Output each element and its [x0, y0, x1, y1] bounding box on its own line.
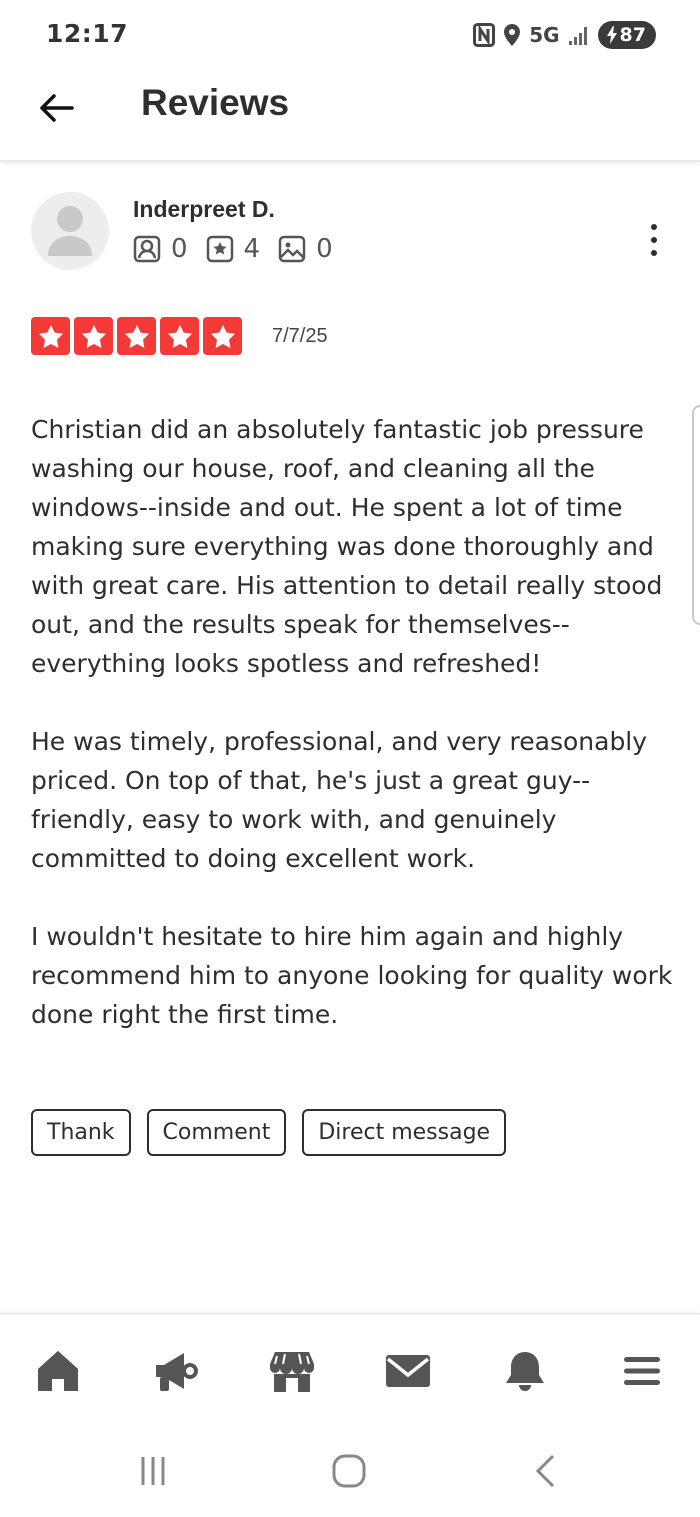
nav-home[interactable] — [33, 1347, 83, 1395]
direct-message-button[interactable]: Direct message — [302, 1109, 507, 1156]
review-paragraph: I wouldn't hesitate to hire him again an… — [31, 922, 673, 1029]
reviews-stat: 4 — [206, 234, 261, 264]
back-button[interactable] — [34, 88, 78, 128]
megaphone-icon — [156, 1353, 198, 1391]
network-label: 5G — [529, 23, 560, 47]
nav-business[interactable] — [267, 1347, 317, 1395]
star-icon — [167, 324, 192, 348]
home-icon — [38, 1351, 78, 1393]
review-paragraph: He was timely, professional, and very re… — [31, 727, 648, 873]
avatar[interactable] — [31, 192, 109, 270]
photo-icon — [278, 235, 306, 263]
star-rating — [31, 317, 242, 355]
bell-icon — [506, 1352, 544, 1391]
page-title: Reviews — [141, 82, 290, 123]
review-actions: Thank Comment Direct message — [31, 1109, 507, 1156]
star-icon — [210, 324, 235, 348]
home-circle-icon — [332, 1454, 366, 1488]
nfc-icon — [473, 23, 496, 47]
location-icon — [503, 23, 521, 47]
status-time: 12:17 — [46, 19, 129, 48]
recent-apps-button[interactable] — [128, 1451, 178, 1491]
nav-notifications[interactable] — [500, 1347, 550, 1395]
charging-bolt-icon — [606, 26, 617, 44]
more-dot — [651, 237, 657, 243]
friends-icon — [133, 235, 161, 263]
back-system-button[interactable] — [520, 1451, 570, 1491]
photos-count: 0 — [316, 234, 333, 264]
star-icon — [124, 324, 149, 348]
mail-icon — [386, 1355, 430, 1387]
reviews-count: 4 — [243, 234, 261, 264]
reviewer-name[interactable]: Inderpreet D. — [133, 196, 275, 223]
back-chevron-icon — [535, 1454, 555, 1488]
star-icon — [38, 324, 63, 348]
rating-star — [203, 317, 242, 355]
nav-projects[interactable] — [150, 1347, 200, 1395]
nav-more[interactable] — [617, 1347, 667, 1395]
app-header: Reviews — [0, 68, 700, 162]
nav-inbox[interactable] — [383, 1347, 433, 1395]
reviewer-stats: 0 4 0 — [133, 234, 351, 264]
more-dot — [651, 224, 657, 230]
system-navigation — [0, 1425, 700, 1517]
comment-button[interactable]: Comment — [146, 1109, 287, 1156]
arrow-left-icon — [40, 94, 74, 122]
status-bar: 12:17 5G 87 — [0, 0, 700, 68]
more-dot — [651, 250, 657, 256]
friends-count: 0 — [171, 234, 188, 264]
signal-icon — [568, 24, 590, 46]
rating-star — [74, 317, 113, 355]
review-date: 7/7/25 — [272, 325, 328, 347]
home-system-button[interactable] — [324, 1451, 374, 1491]
friends-stat: 0 — [133, 234, 188, 264]
status-icons: 5G 87 — [473, 20, 656, 50]
recent-apps-icon — [141, 1457, 165, 1485]
battery-indicator: 87 — [597, 21, 656, 49]
star-box-icon — [206, 235, 233, 263]
store-icon — [270, 1352, 314, 1392]
rating-star — [160, 317, 199, 355]
rating-star — [117, 317, 156, 355]
rating-star — [31, 317, 70, 355]
photos-stat: 0 — [278, 234, 333, 264]
more-options-button[interactable] — [640, 220, 668, 260]
bottom-navigation — [0, 1313, 700, 1425]
thank-button[interactable]: Thank — [31, 1109, 131, 1156]
menu-icon — [624, 1357, 660, 1385]
review-text: Christian did an absolutely fantastic jo… — [31, 410, 681, 1073]
star-icon — [81, 324, 106, 348]
user-placeholder-icon — [48, 206, 92, 256]
review-paragraph: Christian did an absolutely fantastic jo… — [31, 415, 663, 678]
scroll-indicator[interactable] — [692, 405, 700, 625]
battery-level: 87 — [619, 24, 646, 46]
